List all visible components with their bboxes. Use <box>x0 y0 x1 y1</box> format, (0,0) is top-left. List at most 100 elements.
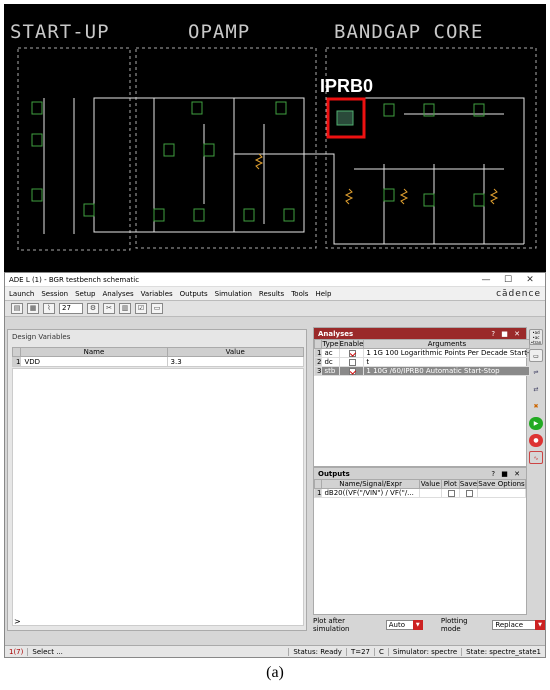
section-title-opamp: OPAMP <box>188 21 251 43</box>
ade-window: ADE L (1) - BGR testbench schematic — ☐ … <box>4 272 546 658</box>
close-button[interactable]: ✕ <box>519 275 541 285</box>
window-title: ADE L (1) - BGR testbench schematic <box>9 275 140 284</box>
menu-outputs[interactable]: Outputs <box>180 290 208 298</box>
out-expr-cell[interactable]: dB20((VF("/VIN") / VF("/... <box>321 488 420 498</box>
status-message: Select ... <box>28 647 290 656</box>
table-row[interactable]: 1 VDD 3.3 <box>11 356 305 367</box>
plot-after-select[interactable]: Auto ▼ <box>385 620 423 630</box>
an-type-cell[interactable]: dc <box>321 357 340 367</box>
iprb0-label: IPRB0 <box>320 76 374 96</box>
setup-outputs-icon[interactable]: ⇄ <box>529 383 543 396</box>
outputs-header: Outputs ? ■ ✕ <box>314 468 526 479</box>
menu-launch[interactable]: Launch <box>9 290 34 298</box>
an-enable-cell[interactable] <box>338 366 365 376</box>
an-args-cell[interactable]: 1 1G 100 Logarithmic Points Per Decade S… <box>363 348 531 358</box>
outputs-title: Outputs <box>318 469 350 478</box>
menu-session[interactable]: Session <box>41 290 68 298</box>
expand-arrow-icon[interactable]: > <box>14 617 21 626</box>
schematic-drawing <box>17 47 537 251</box>
out-column-expr: Name/Signal/Expr <box>321 479 420 489</box>
maximize-button[interactable]: ☐ <box>497 275 519 285</box>
enable-checkbox[interactable] <box>348 349 356 357</box>
design-variables-caption: Design Variables <box>12 333 71 341</box>
an-args-cell[interactable]: 1 10G /60/IPRB0 Automatic Start-Stop <box>363 366 531 376</box>
status-simulator: Simulator: spectre <box>389 647 463 656</box>
toolbar: ▤ ▦ ⌇ 27 ⚙ ✂ ▥ ☑ ▭ <box>5 301 545 317</box>
plot-after-label: Plot after simulation <box>313 617 350 633</box>
outputs-table: Name/Signal/Expr Value Plot Save Save Op… <box>313 479 526 498</box>
an-column-type: Type <box>321 339 340 349</box>
analyses-table: Type Enable Arguments 1 ac 1 1G 100 Loga… <box>313 339 531 376</box>
design-variables-panel: Design Variables Name Value 1 VDD 3.3 > <box>7 329 307 631</box>
dv-rownum-header <box>11 347 22 357</box>
stop-simulation-icon[interactable]: ● <box>529 434 543 447</box>
figure-caption: (a) <box>266 664 284 681</box>
save-checkbox[interactable] <box>465 489 473 497</box>
status-temperature: T=27 <box>347 647 376 656</box>
panel-controls-icon[interactable]: ? ■ ✕ <box>491 330 522 338</box>
minimize-button[interactable]: — <box>475 275 497 285</box>
menu-analyses[interactable]: Analyses <box>102 290 133 298</box>
menu-results[interactable]: Results <box>259 290 284 298</box>
an-row-number: 1 <box>313 348 323 358</box>
edit-variables-icon[interactable]: ⇌ <box>529 366 543 379</box>
netlist-icon[interactable]: ✂ <box>103 303 115 314</box>
design-variables-table: Name Value 1 VDD 3.3 <box>11 347 305 367</box>
save-state-icon[interactable]: ▦ <box>27 303 39 314</box>
an-row-number: 3 <box>313 366 323 376</box>
status-state: State: spectre_state1 <box>466 647 541 656</box>
open-state-icon[interactable]: ▤ <box>11 303 23 314</box>
plot-outputs-icon[interactable]: ∿ <box>529 451 543 464</box>
temperature-input[interactable]: 27 <box>59 303 83 314</box>
an-enable-cell[interactable] <box>338 348 365 358</box>
menu-setup[interactable]: Setup <box>75 290 95 298</box>
dv-value-cell[interactable]: 3.3 <box>166 356 305 367</box>
an-enable-cell[interactable] <box>338 357 365 367</box>
out-column-save-options: Save Options <box>477 479 526 489</box>
temperature-icon[interactable]: ⌇ <box>43 303 55 314</box>
design-variables-body[interactable] <box>12 368 304 626</box>
out-save-cell[interactable] <box>458 488 479 498</box>
menu-help[interactable]: Help <box>315 290 331 298</box>
enable-checkbox[interactable] <box>348 367 356 375</box>
outputs-panel: Outputs ? ■ ✕ Name/Signal/Expr Value Plo… <box>313 467 527 615</box>
menu-variables[interactable]: Variables <box>141 290 173 298</box>
menu-tools[interactable]: Tools <box>291 290 308 298</box>
plotting-mode-select[interactable]: Replace ▼ <box>492 620 545 630</box>
chevron-down-icon[interactable]: ▼ <box>535 620 545 630</box>
menu-simulation[interactable]: Simulation <box>215 290 252 298</box>
run-simulation-icon[interactable]: ▶ <box>529 417 543 430</box>
an-type-cell[interactable]: stb <box>321 366 340 376</box>
variables-icon[interactable]: ⚙ <box>87 303 99 314</box>
an-args-cell[interactable]: t <box>363 357 531 367</box>
schematic-canvas[interactable]: START-UP OPAMP BANDGAP CORE IPRB0 <box>4 4 546 272</box>
status-temp-unit: C <box>375 647 389 656</box>
plot-checkbox[interactable] <box>447 489 455 497</box>
table-row[interactable]: 1 dB20((VF("/VIN") / VF("/... <box>313 488 526 498</box>
panel-controls-icon[interactable]: ? ■ ✕ <box>491 470 522 478</box>
out-rownum-header <box>313 479 323 489</box>
an-column-arguments: Arguments <box>363 339 531 349</box>
table-row[interactable]: 2 dc t <box>313 357 531 367</box>
out-plot-cell[interactable] <box>440 488 460 498</box>
checklist-icon[interactable]: ☑ <box>135 303 147 314</box>
folder-icon[interactable]: ▭ <box>151 303 163 314</box>
out-column-value: Value <box>418 479 442 489</box>
analyses-title: Analyses <box>318 329 354 338</box>
status-mouse-count: 1(7) <box>5 647 29 656</box>
choose-analyses-icon[interactable]: ▭ <box>529 349 543 362</box>
delete-icon[interactable]: ✖ <box>529 400 543 413</box>
dv-name-cell[interactable]: VDD <box>20 356 168 367</box>
table-row[interactable]: 1 ac 1 1G 100 Logarithmic Points Per Dec… <box>313 348 531 358</box>
out-column-plot: Plot <box>440 479 460 489</box>
chevron-down-icon[interactable]: ▼ <box>412 620 423 630</box>
enable-checkbox[interactable] <box>348 358 356 366</box>
an-row-number: 2 <box>313 357 323 367</box>
plotting-mode-label: Plotting mode <box>440 617 468 633</box>
right-tool-strip: •ad •ac •tran ▭ ⇌ ⇄ ✖ ▶ ● ∿ <box>529 329 545 468</box>
table-row[interactable]: 3 stb 1 10G /60/IPRB0 Automatic Start-St… <box>313 366 531 376</box>
out-save-options-cell[interactable] <box>477 488 526 498</box>
analyses-header: Analyses ? ■ ✕ <box>314 328 526 339</box>
calculator-icon[interactable]: ▥ <box>119 303 131 314</box>
an-type-cell[interactable]: ac <box>321 348 340 358</box>
